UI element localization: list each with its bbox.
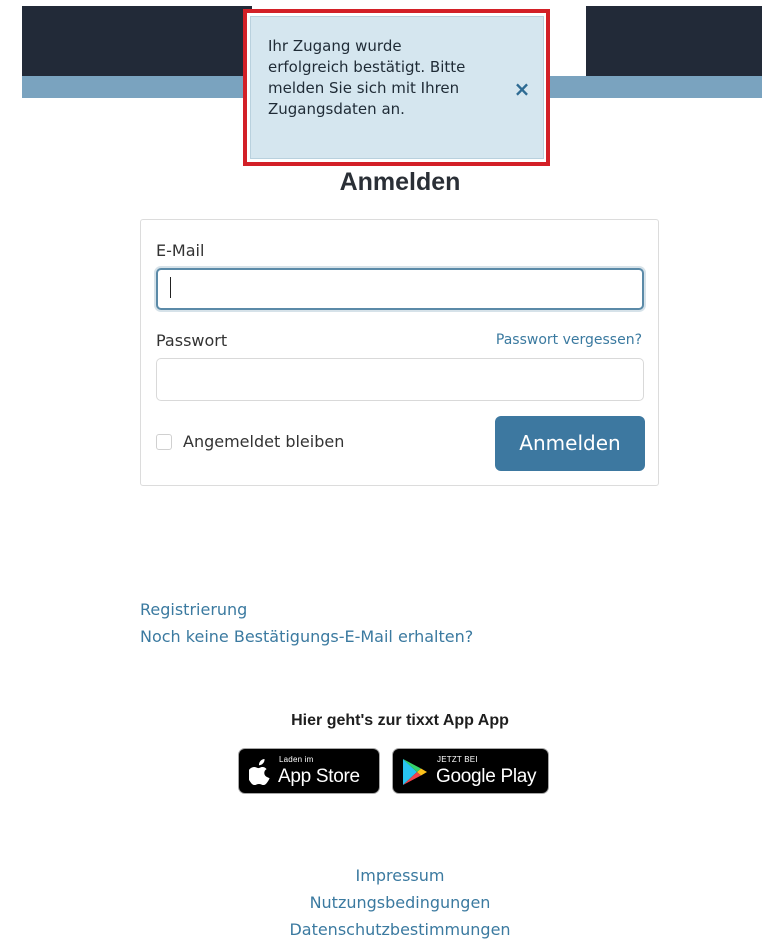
google-play-big-text: Google Play bbox=[436, 766, 537, 787]
header-bar-left bbox=[22, 6, 252, 76]
google-play-badge[interactable]: JETZT BEI Google Play bbox=[392, 748, 549, 794]
password-field[interactable] bbox=[156, 358, 644, 401]
imprint-link[interactable]: Impressum bbox=[0, 866, 762, 885]
alert-message-line: Ihr Zugang wurde bbox=[268, 37, 402, 55]
password-label: Passwort bbox=[156, 331, 228, 350]
app-store-small-text: Laden im bbox=[279, 755, 314, 764]
resend-confirmation-link[interactable]: Noch keine Bestätigungs-E-Mail erhalten? bbox=[140, 627, 473, 646]
forgot-password-link[interactable]: Passwort vergessen? bbox=[496, 332, 642, 348]
remember-me-label: Angemeldet bleiben bbox=[183, 432, 345, 451]
confirmation-alert: Ihr Zugang wurde erfolgreich bestätigt. … bbox=[250, 16, 544, 159]
register-link[interactable]: Registrierung bbox=[140, 600, 247, 619]
email-field[interactable] bbox=[156, 268, 644, 310]
alert-message-line: erfolgreich bestätigt. Bitte bbox=[268, 58, 466, 76]
app-store-badge[interactable]: Laden im App Store bbox=[238, 748, 380, 794]
login-button[interactable]: Anmelden bbox=[495, 416, 645, 471]
app-store-big-text: App Store bbox=[278, 766, 360, 787]
terms-link[interactable]: Nutzungsbedingungen bbox=[0, 893, 762, 912]
header-bar-right bbox=[586, 6, 762, 76]
apple-icon bbox=[249, 759, 270, 785]
remember-me-checkbox[interactable] bbox=[156, 434, 172, 450]
alert-message: Ihr Zugang wurde erfolgreich bestätigt. … bbox=[268, 36, 498, 120]
alert-message-line: Zugangsdaten an. bbox=[268, 100, 405, 118]
close-icon[interactable]: × bbox=[513, 79, 531, 99]
app-section-heading: Hier geht's zur tixxt App App bbox=[291, 712, 509, 729]
privacy-link[interactable]: Datenschutzbestimmungen bbox=[0, 920, 762, 939]
page-title: Anmelden bbox=[339, 168, 461, 196]
login-form: E-Mail Passwort Passwort vergessen? Ange… bbox=[140, 219, 659, 486]
text-cursor bbox=[170, 277, 171, 298]
google-play-small-text: JETZT BEI bbox=[437, 755, 478, 764]
alert-message-line: melden Sie sich mit Ihren bbox=[268, 79, 460, 97]
email-label: E-Mail bbox=[156, 241, 205, 260]
google-play-icon bbox=[403, 759, 427, 785]
